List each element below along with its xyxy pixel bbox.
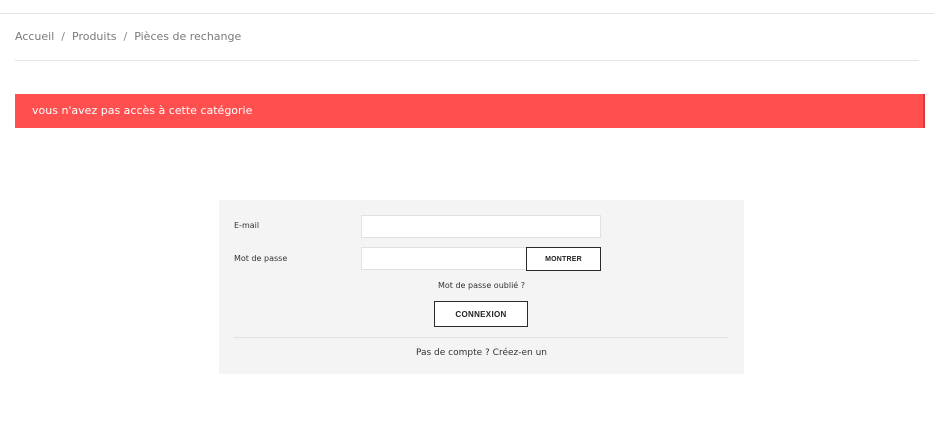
email-field[interactable] [361, 215, 601, 238]
breadcrumb-separator: / [123, 30, 128, 43]
create-account-link[interactable]: Pas de compte ? Créez-en un [219, 348, 744, 358]
breadcrumb-products[interactable]: Produits [72, 30, 117, 43]
form-divider [234, 337, 728, 338]
email-label: E-mail [234, 221, 260, 230]
breadcrumb-separator: / [61, 30, 65, 43]
header-divider [0, 13, 934, 14]
login-form: E-mail Mot de passe MONTRER Mot de passe… [219, 200, 744, 374]
breadcrumb-spare-parts[interactable]: Pièces de rechange [134, 30, 241, 43]
password-field[interactable] [361, 247, 527, 270]
breadcrumb-divider [15, 60, 919, 61]
breadcrumb: Accueil / Produits / Pièces de rechange [15, 30, 241, 43]
breadcrumb-home[interactable]: Accueil [15, 30, 54, 43]
forgot-password-link[interactable]: Mot de passe oublié ? [219, 281, 744, 290]
show-password-button[interactable]: MONTRER [526, 247, 601, 271]
access-denied-alert: vous n'avez pas accès à cette catégorie [15, 94, 925, 128]
password-label: Mot de passe [234, 254, 288, 263]
login-submit-button[interactable]: CONNEXION [434, 301, 528, 327]
